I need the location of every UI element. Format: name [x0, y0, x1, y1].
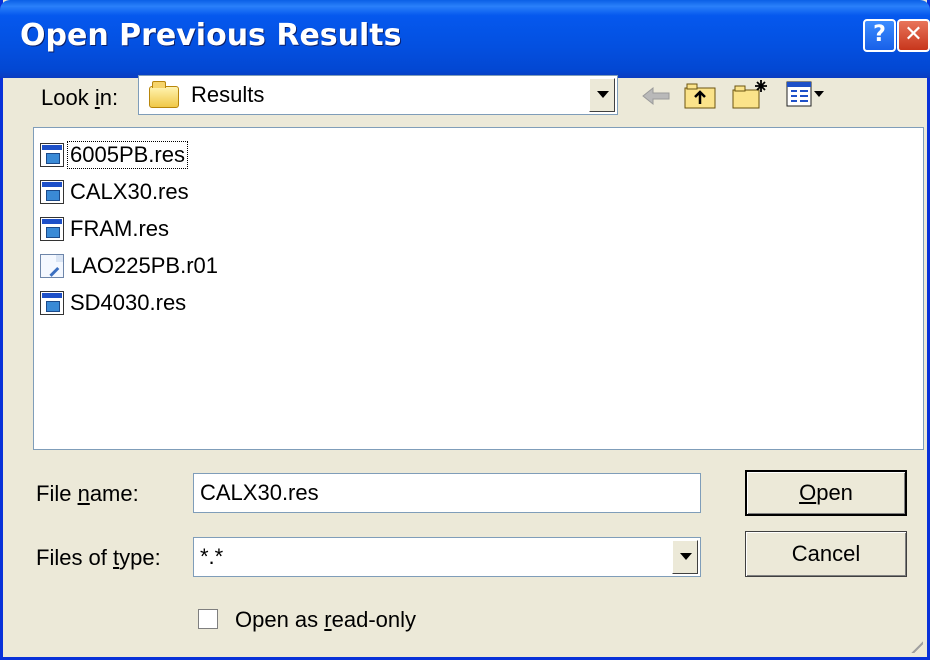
folder-icon	[149, 81, 179, 108]
new-folder-icon[interactable]	[731, 78, 771, 110]
help-button[interactable]: ?	[863, 19, 896, 52]
cancel-button[interactable]: Cancel	[745, 531, 907, 577]
open-button[interactable]: Open	[745, 470, 907, 516]
back-arrow-icon[interactable]	[641, 84, 671, 108]
title-bar[interactable]: Open Previous Results ? ✕	[0, 0, 930, 78]
file-type-label: Files of type:	[36, 545, 161, 570]
read-only-checkbox[interactable]	[198, 609, 218, 629]
file-type-combo[interactable]: *.*	[193, 537, 701, 577]
up-folder-icon[interactable]	[683, 80, 717, 110]
view-menu-icon[interactable]	[785, 80, 825, 108]
file-name-field[interactable]: CALX30.res	[193, 473, 701, 513]
look-in-combo[interactable]: Results	[138, 75, 618, 115]
list-item[interactable]: CALX30.res	[40, 175, 191, 209]
list-item[interactable]: SD4030.res	[40, 286, 188, 320]
file-name-label: File name:	[36, 481, 139, 506]
document-file-icon	[40, 254, 64, 278]
look-in-dropdown-arrow[interactable]	[589, 78, 615, 112]
window-title: Open Previous Results	[20, 18, 402, 53]
close-button[interactable]: ✕	[897, 19, 930, 52]
file-type-dropdown-arrow[interactable]	[672, 540, 698, 574]
read-only-label[interactable]: Open as read-only	[235, 607, 416, 633]
file-list[interactable]: 6005PB.res CALX30.res FRAM.res LAO225PB.…	[33, 127, 924, 450]
open-results-dialog: Open Previous Results ? ✕ Look in: Resul…	[0, 0, 930, 660]
results-file-icon	[40, 143, 64, 167]
results-file-icon	[40, 180, 64, 204]
results-file-icon	[40, 291, 64, 315]
list-item[interactable]: FRAM.res	[40, 212, 171, 246]
results-file-icon	[40, 217, 64, 241]
look-in-label: Look in:	[41, 85, 119, 110]
list-item[interactable]: 6005PB.res	[40, 138, 188, 172]
file-type-value: *.*	[200, 544, 224, 569]
resize-grip[interactable]	[903, 633, 923, 653]
look-in-value: Results	[191, 82, 265, 107]
list-item[interactable]: LAO225PB.r01	[40, 249, 220, 283]
